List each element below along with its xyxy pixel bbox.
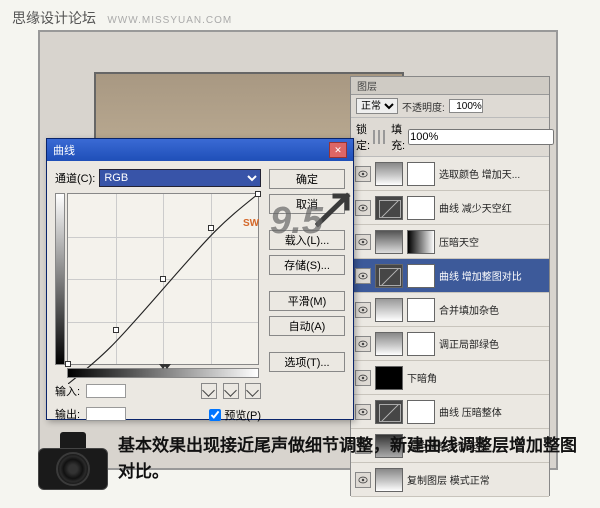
curve-point[interactable] (255, 191, 261, 197)
layer-thumb (407, 162, 435, 186)
layer-name: 曲线 增加整图对比 (439, 268, 522, 283)
layer-item[interactable]: 调正局部绿色 (351, 327, 549, 361)
watermark-brand: SW (243, 218, 259, 229)
layer-item[interactable]: 曲线 减少天空红 (351, 191, 549, 225)
lock-position-icon[interactable] (378, 130, 380, 144)
fill-input[interactable] (408, 129, 554, 145)
input-value[interactable] (86, 384, 126, 398)
lock-label: 锁定: (356, 121, 370, 153)
curves-dialog: 曲线 ✕ 通道(C): RGB (46, 138, 354, 420)
curve-point[interactable] (113, 327, 119, 333)
layer-item[interactable]: 下暗角 (351, 361, 549, 395)
output-value[interactable] (86, 407, 126, 421)
layer-name: 调正局部绿色 (439, 336, 499, 351)
close-icon[interactable]: ✕ (329, 142, 347, 158)
save-button[interactable]: 存储(S)... (269, 255, 345, 275)
dialog-titlebar[interactable]: 曲线 ✕ (47, 139, 353, 161)
auto-button[interactable]: 自动(A) (269, 316, 345, 336)
layer-item[interactable]: 曲线 压暗整体 (351, 395, 549, 429)
layer-thumb (407, 298, 435, 322)
layers-tab[interactable]: 图层 (351, 77, 549, 95)
layer-name: 合并填加杂色 (439, 302, 499, 317)
preview-label: 预览(P) (224, 407, 261, 423)
watermark-score: 9.5 (270, 200, 323, 243)
curve-point[interactable] (65, 361, 71, 367)
dialog-title: 曲线 (53, 142, 75, 158)
lock-all-icon[interactable] (383, 130, 385, 144)
output-gradient (55, 193, 65, 365)
layer-item[interactable]: 合并填加杂色 (351, 293, 549, 327)
gray-point-dropper-icon[interactable] (223, 383, 239, 399)
lock-pixels-icon[interactable] (373, 130, 375, 144)
layer-name: 压暗天空 (439, 234, 479, 249)
layer-thumb (375, 196, 403, 220)
blend-mode-select[interactable]: 正常 (356, 98, 398, 114)
visibility-eye-icon[interactable] (355, 404, 371, 420)
layer-thumb (407, 400, 435, 424)
layer-thumb (407, 332, 435, 356)
visibility-eye-icon[interactable] (355, 302, 371, 318)
channel-select[interactable]: RGB (99, 169, 261, 187)
curve-point[interactable] (208, 225, 214, 231)
channel-label: 通道(C): (55, 170, 95, 186)
layer-thumb (375, 230, 403, 254)
layer-thumb (407, 196, 435, 220)
layer-thumb (375, 332, 403, 356)
fill-label: 填充: (391, 121, 405, 153)
visibility-eye-icon[interactable] (355, 370, 371, 386)
layer-item[interactable]: 选取颜色 增加天... (351, 157, 549, 191)
site-url: WWW.MISSYUAN.COM (107, 15, 232, 26)
opacity-label: 不透明度: (402, 99, 445, 114)
layer-name: 曲线 压暗整体 (439, 404, 502, 419)
layer-thumb (407, 264, 435, 288)
caption-text: 基本效果出现接近尾声做细节调整，新建曲线调整层增加整图对比。 (118, 433, 580, 484)
layer-name: 曲线 减少天空红 (439, 200, 512, 215)
layer-name: 下暗角 (407, 370, 437, 385)
opacity-input[interactable] (449, 99, 483, 113)
site-logo: 思缘设计论坛 (12, 10, 96, 26)
options-button[interactable]: 选项(T)... (269, 352, 345, 372)
layer-item[interactable]: 压暗天空 (351, 225, 549, 259)
layer-thumb (407, 230, 435, 254)
blend-opacity-row: 正常 不透明度: (351, 95, 549, 118)
curve-graph[interactable] (67, 193, 259, 365)
camera-icon (38, 432, 110, 490)
visibility-eye-icon[interactable] (355, 234, 371, 250)
layer-name: 选取颜色 增加天... (439, 166, 520, 181)
white-point-dropper-icon[interactable] (245, 383, 261, 399)
output-label: 输出: (55, 406, 80, 422)
visibility-eye-icon[interactable] (355, 200, 371, 216)
layer-item[interactable]: 曲线 增加整图对比 (351, 259, 549, 293)
layer-thumb (375, 264, 403, 288)
smooth-button[interactable]: 平滑(M) (269, 291, 345, 311)
black-point-dropper-icon[interactable] (201, 383, 217, 399)
input-gradient (67, 368, 259, 378)
layer-thumb (375, 298, 403, 322)
visibility-eye-icon[interactable] (355, 166, 371, 182)
lock-fill-row: 锁定: 填充: (351, 118, 549, 157)
visibility-eye-icon[interactable] (355, 336, 371, 352)
layer-thumb (375, 366, 403, 390)
visibility-eye-icon[interactable] (355, 268, 371, 284)
layer-thumb (375, 400, 403, 424)
layer-thumb (375, 162, 403, 186)
input-label: 输入: (55, 383, 80, 399)
preview-checkbox[interactable] (209, 409, 221, 421)
curve-point[interactable] (160, 276, 166, 282)
